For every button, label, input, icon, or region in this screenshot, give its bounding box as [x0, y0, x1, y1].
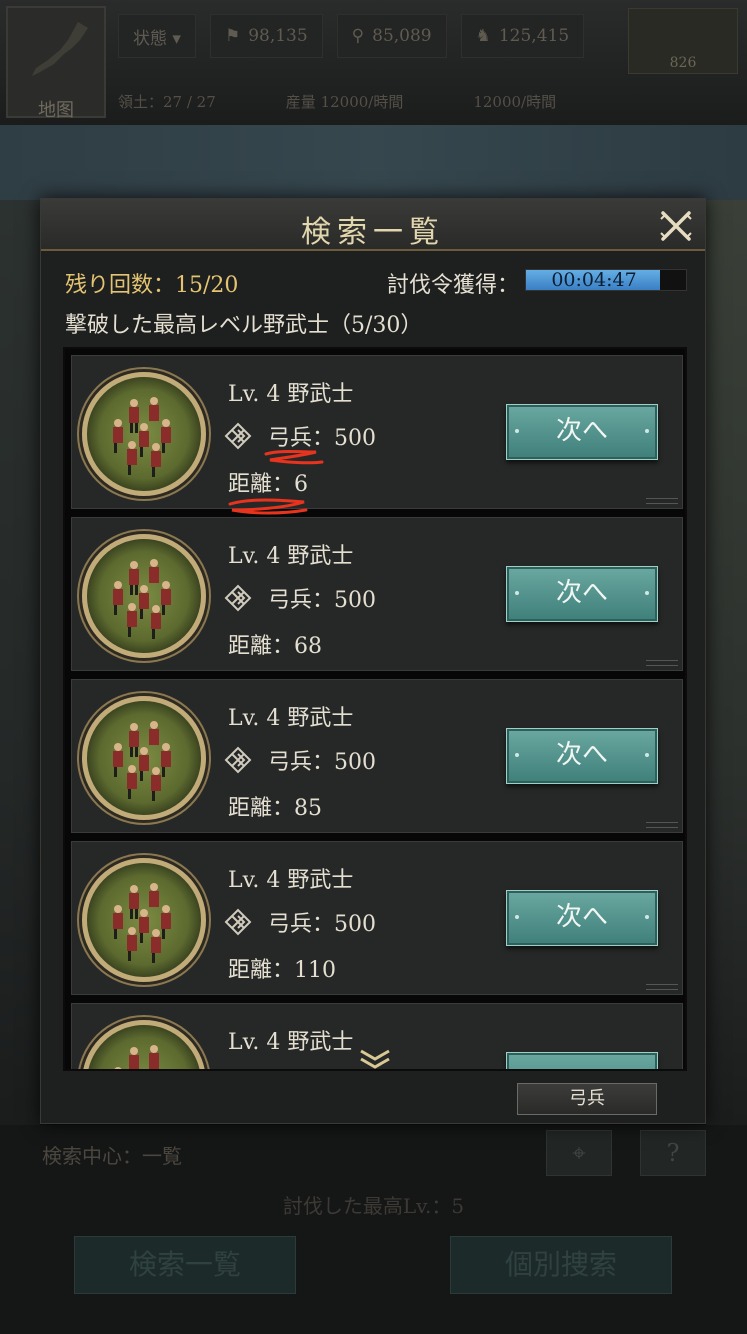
red-annotation-scribble [264, 450, 324, 465]
close-x-icon[interactable] [659, 209, 693, 243]
map-view [0, 125, 747, 200]
next-button[interactable] [506, 1052, 658, 1069]
next-button[interactable]: 次へ [506, 728, 658, 784]
dialog-header: 検索一覧 [41, 199, 705, 251]
production-value-1: 12000/時間 [320, 92, 404, 111]
resource-row: 状態 ▾ ⚑ 98,135 ⚲ 85,089 ♞ 125,415 [118, 12, 618, 60]
map-label: 地图 [38, 100, 74, 121]
soldier-group-icon [113, 883, 171, 963]
production-value-2: 12000/時間 [473, 92, 557, 111]
nobushi-avatar[interactable] [82, 1020, 206, 1069]
search-list-dialog: 検索一覧 残り回数：15/20 討伐令獲得： 00:04:47 撃破した最高レベ… [40, 198, 706, 1124]
next-button[interactable]: 次へ [506, 566, 658, 622]
search-icon: ⚲ [351, 26, 365, 46]
nobushi-avatar[interactable] [82, 534, 206, 658]
timer-label: 討伐令獲得： [387, 273, 520, 298]
soldier-group-icon [113, 559, 171, 639]
gold-value: 826 [669, 55, 697, 71]
horse-icon: ♞ [475, 26, 491, 46]
search-list-button[interactable]: 検索一覧 [74, 1236, 296, 1294]
territory-row: 領土：27 / 27 産量 12000/時間 12000/時間 [118, 82, 738, 120]
distance: 距離：85 [228, 796, 322, 821]
bottom-panel: 検索中心：一覧 ⌖ ? 討伐した最高Lv.：5 検索一覧 個別捜索 [0, 1125, 747, 1334]
remaining-count: 残り回数：15/20 [65, 273, 239, 298]
troop-resource-icon: ⚑ [224, 26, 241, 46]
troop-count: 弓兵：500 [268, 912, 376, 937]
enemy-level: Lv. 4 野武士 [228, 706, 354, 731]
list-item: Lv. 4 野武士 弓兵：500 距離：68 次へ [71, 517, 683, 671]
double-chevron-down-icon [360, 1049, 390, 1069]
corner-ornament [646, 822, 678, 828]
search-resource-value: 85,089 [372, 26, 432, 46]
production-text: 産量 12000/時間 [286, 91, 404, 112]
production-label: 産量 [285, 92, 316, 111]
corner-ornament [646, 984, 678, 990]
nobushi-avatar[interactable] [82, 696, 206, 820]
nobushi-avatar[interactable] [82, 372, 206, 496]
archer-troop-icon [224, 746, 252, 774]
archer-troop-icon [224, 908, 252, 936]
map-button[interactable]: 地图 [6, 6, 106, 121]
japan-map-icon [32, 22, 88, 76]
search-center-text: 検索中心：一覧 [42, 1144, 182, 1168]
enemy-level: Lv. 4 野武士 [228, 382, 354, 407]
troop-count: 弓兵：500 [268, 588, 376, 613]
red-annotation-scribble [228, 498, 308, 515]
soldier-group-icon [113, 397, 171, 477]
resource-chip-search: ⚲ 85,089 [336, 14, 447, 58]
corner-ornament [646, 660, 678, 666]
enemy-level: Lv. 4 野武士 [228, 1030, 354, 1055]
horse-resource-value: 125,415 [498, 26, 570, 46]
resource-chip-horse: ♞ 125,415 [460, 14, 585, 58]
target-list[interactable]: Lv. 4 野武士 弓兵：500 距離：6 次へ Lv. 4 野武士 弓兵：50… [63, 347, 687, 1071]
highest-level-defeated: 撃破した最高レベル野武士（5/30） [65, 313, 423, 338]
soldier-group-icon [113, 721, 171, 801]
list-item: Lv. 4 野武士 弓兵：500 距離：85 次へ [71, 679, 683, 833]
status-dropdown[interactable]: 状態 ▾ [118, 14, 196, 58]
top-status-bar: 地图 状態 ▾ ⚑ 98,135 ⚲ 85,089 ♞ 125,415 826 … [0, 0, 747, 125]
troop-filter-button[interactable]: 弓兵 [517, 1083, 657, 1115]
next-button[interactable]: 次へ [506, 404, 658, 460]
troop-count: 弓兵：500 [268, 750, 376, 775]
timer-progress-bar: 00:04:47 [525, 269, 687, 291]
distance: 距離：110 [228, 958, 336, 983]
location-pin-button[interactable]: ⌖ [546, 1130, 612, 1176]
list-item: Lv. 4 野武士 弓兵：500 距離：6 次へ [71, 355, 683, 515]
map-edge-left [0, 200, 40, 1140]
territory-text: 領土：27 / 27 [118, 92, 216, 111]
distance: 距離：68 [228, 634, 322, 659]
resource-chip-troops: ⚑ 98,135 [209, 14, 323, 58]
gold-button[interactable]: 826 [628, 8, 738, 74]
archer-troop-icon [224, 584, 252, 612]
list-item: Lv. 4 野武士 弓兵：500 距離：110 次へ [71, 841, 683, 995]
highest-level-text: 討伐した最高Lv.：5 [282, 1194, 465, 1218]
map-edge-right [706, 200, 747, 1140]
timer-value: 00:04:47 [551, 269, 637, 291]
help-button[interactable]: ? [640, 1130, 706, 1176]
soldier-group-icon [114, 1045, 159, 1069]
dialog-title: 検索一覧 [301, 215, 445, 250]
corner-ornament [646, 498, 678, 504]
enemy-level: Lv. 4 野武士 [228, 868, 354, 893]
enemy-level: Lv. 4 野武士 [228, 544, 354, 569]
individual-search-button[interactable]: 個別捜索 [450, 1236, 672, 1294]
next-button[interactable]: 次へ [506, 890, 658, 946]
troop-resource-value: 98,135 [248, 26, 308, 46]
archer-troop-icon [224, 422, 252, 450]
nobushi-avatar[interactable] [82, 858, 206, 982]
